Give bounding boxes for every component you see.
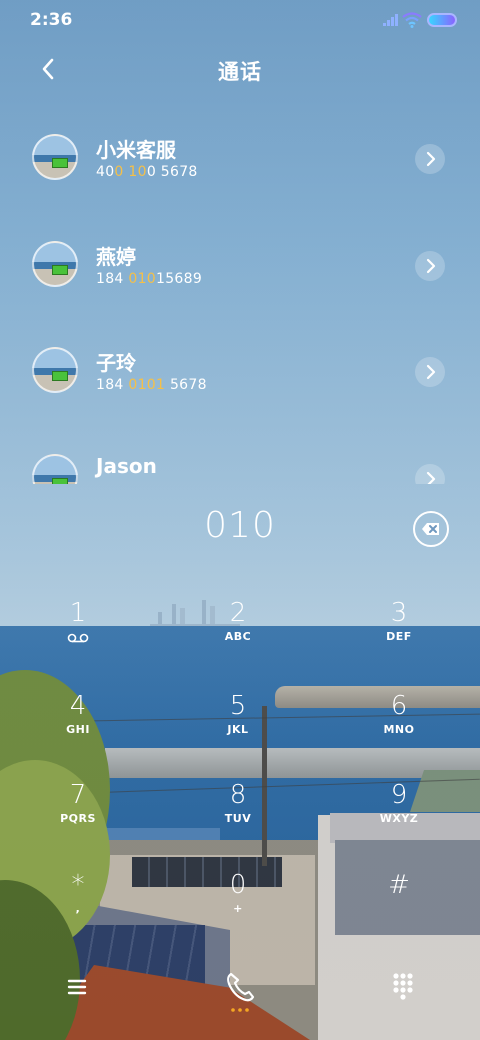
contact-number: 184 01015689: [96, 271, 203, 287]
bottom-bar: [0, 960, 480, 1040]
key-letters: TUV: [224, 812, 252, 825]
key-digit: 4: [69, 691, 87, 721]
key-digit: 0: [229, 870, 247, 900]
dialpad-icon[interactable]: [388, 970, 418, 1004]
key-digit: #: [388, 870, 410, 900]
status-bar: 2:36: [0, 0, 480, 40]
key-6[interactable]: 6 MNO: [339, 691, 459, 771]
contact-suggestion-list[interactable]: 小米客服 400 100 5678 燕婷 184 01015689 子玲 184…: [0, 110, 480, 484]
key-letters: ,: [75, 902, 81, 915]
menu-icon[interactable]: [62, 972, 92, 1002]
key-hash[interactable]: #: [339, 870, 459, 950]
battery-icon: [427, 13, 457, 27]
key-1[interactable]: 1: [18, 598, 138, 678]
wifi-icon: [402, 12, 422, 28]
phone-icon[interactable]: [222, 968, 258, 1008]
avatar: [32, 454, 78, 484]
key-digit: 9: [390, 780, 408, 810]
key-star[interactable]: * ,: [18, 870, 138, 950]
contact-name: 子玲: [96, 351, 136, 375]
key-3[interactable]: 3 DEF: [339, 598, 459, 678]
contact-row[interactable]: 燕婷 184 01015689: [0, 217, 480, 317]
key-4[interactable]: 4 GHI: [18, 691, 138, 771]
key-letters: ABC: [224, 630, 252, 643]
chevron-right-icon[interactable]: [415, 464, 445, 484]
contact-number: 400 100 5678: [96, 164, 198, 180]
key-letters: GHI: [66, 723, 90, 736]
page-title: 通话: [218, 60, 262, 84]
key-5[interactable]: 5 JKL: [178, 691, 298, 771]
status-time: 2:36: [30, 10, 73, 30]
contact-name: 燕婷: [96, 245, 136, 269]
key-letters: MNO: [383, 723, 415, 736]
key-8[interactable]: 8 TUV: [178, 780, 298, 860]
key-digit: 2: [229, 598, 247, 628]
key-digit: 5: [229, 691, 247, 721]
chevron-right-icon[interactable]: [415, 357, 445, 387]
key-9[interactable]: 9 WXYZ: [339, 780, 459, 860]
key-2[interactable]: 2 ABC: [178, 598, 298, 678]
dialed-number: 010: [204, 505, 276, 546]
avatar: [32, 241, 78, 287]
key-letters: JKL: [227, 723, 249, 736]
avatar: [32, 347, 78, 393]
key-digit: 3: [390, 598, 408, 628]
key-letters: PQRS: [60, 812, 96, 825]
contact-name: Jason: [96, 454, 157, 478]
contact-row[interactable]: Jason: [0, 430, 480, 484]
key-letters: WXYZ: [379, 812, 419, 825]
key-7[interactable]: 7 PQRS: [18, 780, 138, 860]
cellular-signal-icon: [383, 14, 398, 26]
contact-row[interactable]: 子玲 184 0101 5678: [0, 323, 480, 423]
key-digit: 6: [390, 691, 408, 721]
active-tab-indicator: [231, 1008, 249, 1012]
voicemail-icon: [67, 633, 89, 643]
key-digit: 8: [229, 780, 247, 810]
key-digit: *: [71, 870, 85, 900]
key-letters: DEF: [386, 630, 412, 643]
contact-number: 184 0101 5678: [96, 377, 207, 393]
contact-row[interactable]: 小米客服 400 100 5678: [0, 110, 480, 210]
key-0[interactable]: 0 +: [178, 870, 298, 950]
backspace-icon[interactable]: [412, 510, 450, 548]
key-digit: 7: [69, 780, 87, 810]
key-digit: 1: [69, 598, 87, 628]
contact-name: 小米客服: [96, 138, 176, 162]
chevron-right-icon[interactable]: [415, 144, 445, 174]
avatar: [32, 134, 78, 180]
chevron-right-icon[interactable]: [415, 251, 445, 281]
header: 通话: [0, 44, 480, 96]
key-letters: +: [233, 902, 243, 915]
